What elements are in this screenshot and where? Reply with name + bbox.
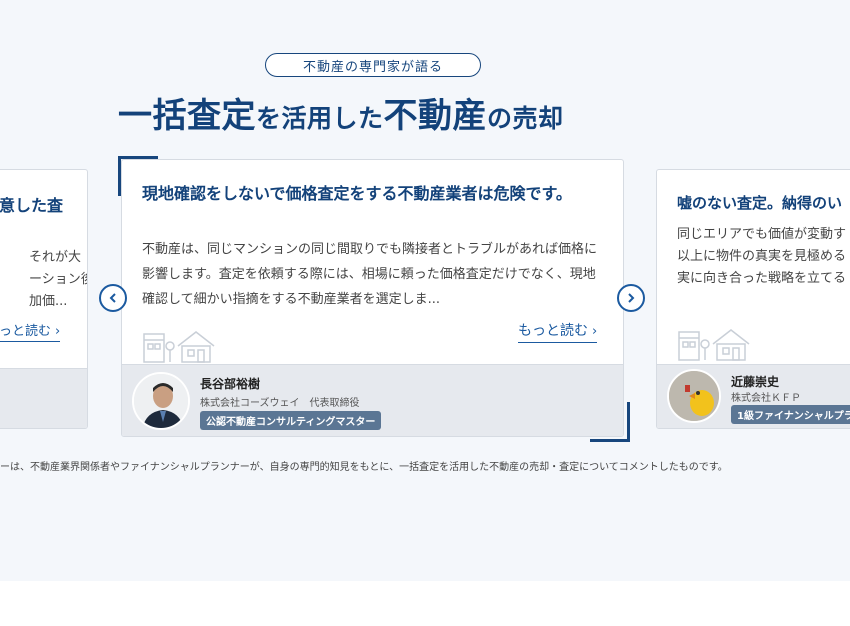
house-illustration-icon — [143, 331, 215, 363]
heading-part-1: 一括査定 — [118, 96, 256, 136]
section-heading: 一括査定 を活用した 不動産 の売却 — [118, 88, 564, 136]
card-body-line: それが大 — [29, 250, 82, 265]
person-name: 長谷部裕樹 — [200, 377, 261, 391]
card-footer: 近藤崇史 株式会社ＫＦＰ 1級ファイナンシャルプラン — [657, 364, 850, 428]
chevron-right-icon — [628, 293, 635, 303]
person-name: 近藤崇史 — [731, 375, 780, 389]
person-company: 株式会社コーズウェイ 代表取締役 — [200, 398, 360, 409]
card-title: 意した査 — [0, 196, 64, 215]
person-company: 株式会社ＫＦＰ — [731, 393, 801, 404]
disclaimer-note: ーは、不動産業界関係者やファイナンシャルプランナーが、自身の専門的知見をもとに、… — [0, 462, 728, 473]
read-more-label: もっと読む — [518, 323, 588, 339]
card-footer: 長谷部裕樹 株式会社コーズウェイ 代表取締役 公認不動産コンサルティングマスター — [122, 364, 623, 436]
card-footer — [0, 368, 87, 428]
carousel-next-button[interactable] — [617, 284, 645, 312]
chevron-left-icon — [109, 293, 116, 303]
house-illustration-icon — [678, 329, 750, 361]
comment-card-center: 現地確認をしないで価格査定をする不動産業者は危険です。 不動産は、同じマンション… — [121, 159, 624, 437]
person-badge: 公認不動産コンサルティングマスター — [200, 411, 382, 430]
comment-card-right: 嘘のない査定。納得のい 同じエリアでも価値が変動す 以上に物件の真実を見極める … — [656, 169, 850, 429]
card-body-line: 以上に物件の真実を見極める — [677, 249, 847, 264]
comment-card-left: 意した査 それが大 ーション後 加価... っと読む › — [0, 169, 88, 429]
chevron-right-icon: › — [55, 324, 61, 339]
person-photo-icon — [134, 374, 188, 428]
bird-logo-icon — [669, 371, 719, 421]
avatar — [667, 369, 721, 423]
card-body-line: ーション後 — [29, 272, 88, 287]
read-more-label: っと読む — [0, 324, 52, 339]
chevron-right-icon: › — [592, 324, 598, 339]
card-title: 現地確認をしないで価格査定をする不動産業者は危険です。 — [142, 184, 572, 203]
avatar — [132, 372, 190, 430]
card-body-line: 実に向き合った戦略を立てる — [677, 271, 847, 286]
heading-part-2: を活用した — [256, 104, 384, 133]
card-body-line: 同じエリアでも価値が変動す — [677, 227, 847, 242]
carousel-prev-button[interactable] — [99, 284, 127, 312]
card-body-line: 加価... — [29, 294, 68, 309]
section-eyebrow: 不動産の専門家が語る — [265, 53, 481, 77]
heading-part-4: の売却 — [487, 104, 564, 133]
expert-comments-section: 不動産の専門家が語る 一括査定 を活用した 不動産 の売却 意した査 それが大 … — [0, 0, 850, 581]
heading-part-3: 不動産 — [383, 96, 488, 136]
read-more-link[interactable]: っと読む › — [0, 320, 61, 342]
read-more-link[interactable]: もっと読む › — [518, 320, 598, 343]
person-badge: 1級ファイナンシャルプラン — [731, 405, 850, 424]
card-body: 不動産は、同じマンションの同じ間取りでも隣接者とトラブルがあれば価格に影響します… — [142, 242, 598, 307]
card-title: 嘘のない査定。納得のい — [677, 194, 843, 212]
comment-card-featured: 現地確認をしないで価格査定をする不動産業者は危険です。 不動産は、同じマンション… — [118, 156, 630, 442]
